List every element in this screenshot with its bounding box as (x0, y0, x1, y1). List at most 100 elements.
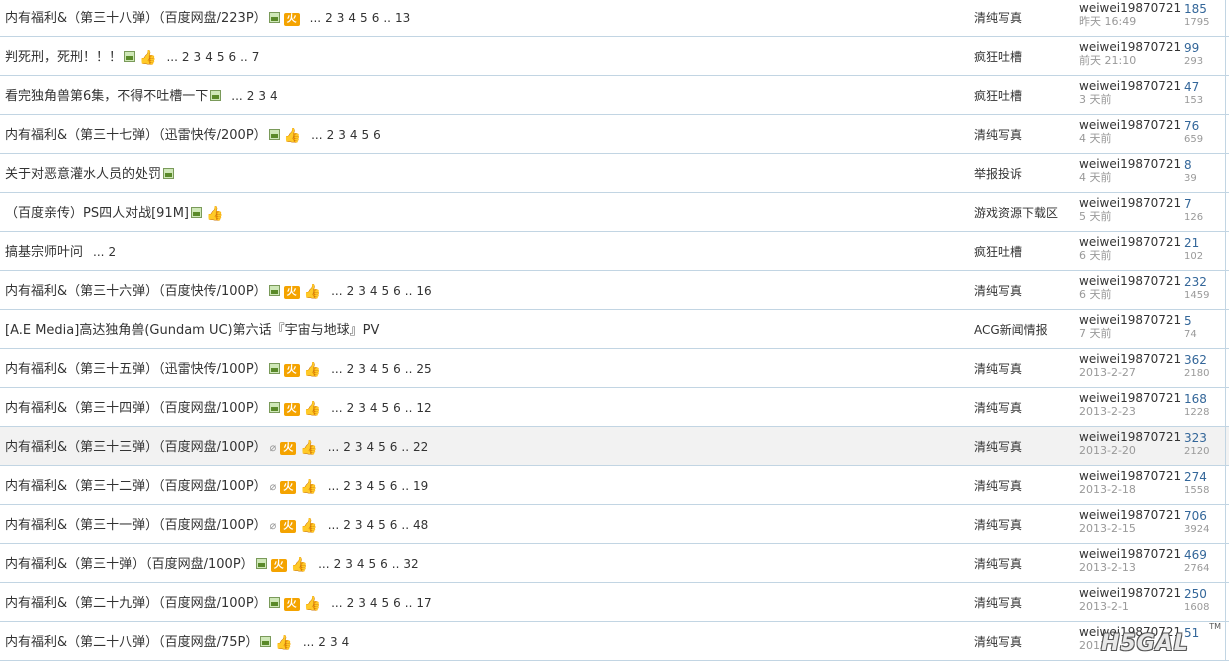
page-link[interactable]: 5 (378, 440, 386, 454)
forum-link[interactable]: 清纯写真 (974, 438, 1022, 455)
page-link[interactable]: 2 (247, 89, 255, 103)
page-link[interactable]: 3 (338, 128, 346, 142)
page-link[interactable]: 4 (370, 362, 378, 376)
forum-link[interactable]: 疯狂吐槽 (974, 87, 1022, 104)
forum-link[interactable]: 举报投诉 (974, 165, 1022, 182)
page-link[interactable]: 6 (393, 284, 401, 298)
page-link[interactable]: 32 (403, 557, 418, 571)
thread-title-link[interactable]: 内有福利&（第三十一弹）（百度网盘/100P） (5, 518, 267, 533)
page-link[interactable]: 2 (108, 245, 116, 259)
forum-link[interactable]: 疯狂吐槽 (974, 48, 1022, 65)
page-link[interactable]: 16 (416, 284, 431, 298)
page-link[interactable]: 4 (370, 284, 378, 298)
reply-count[interactable]: 232 (1184, 275, 1209, 289)
page-link[interactable]: 5 (378, 518, 386, 532)
page-link[interactable]: 5 (381, 284, 389, 298)
forum-link[interactable]: 清纯写真 (974, 126, 1022, 143)
page-link[interactable]: 3 (330, 635, 338, 649)
page-link[interactable]: 2 (325, 11, 333, 25)
thread-title-link[interactable]: 内有福利&（第三十六弹）（百度快传/100P） (5, 284, 267, 299)
page-link[interactable]: 4 (350, 128, 358, 142)
page-link[interactable]: 3 (358, 362, 366, 376)
forum-link[interactable]: 清纯写真 (974, 555, 1022, 572)
page-link[interactable]: 2 (347, 596, 355, 610)
author-name[interactable]: weiwei19870721 (1079, 548, 1181, 561)
page-link[interactable]: 7 (252, 50, 260, 64)
page-link[interactable]: 5 (368, 557, 376, 571)
author-name[interactable]: weiwei19870721 (1079, 275, 1181, 288)
page-link[interactable]: 2 (347, 362, 355, 376)
reply-count[interactable]: 706 (1184, 509, 1209, 523)
page-link[interactable]: 3 (358, 401, 366, 415)
page-link[interactable]: 6 (393, 401, 401, 415)
page-link[interactable]: 6 (390, 440, 398, 454)
page-link[interactable]: 3 (337, 11, 345, 25)
author-name[interactable]: weiwei19870721 (1079, 314, 1181, 327)
reply-count[interactable]: 7 (1184, 197, 1203, 211)
page-link[interactable]: 5 (381, 362, 389, 376)
reply-count[interactable]: 47 (1184, 80, 1203, 94)
forum-link[interactable]: 清纯写真 (974, 594, 1022, 611)
page-link[interactable]: 6 (380, 557, 388, 571)
page-link[interactable]: 3 (358, 284, 366, 298)
author-name[interactable]: weiwei19870721 (1079, 626, 1181, 639)
page-link[interactable]: 5 (381, 596, 389, 610)
page-link[interactable]: 4 (270, 89, 278, 103)
thread-title-link[interactable]: 内有福利&（第三十三弹）（百度网盘/100P） (5, 440, 267, 455)
forum-link[interactable]: 清纯写真 (974, 516, 1022, 533)
author-name[interactable]: weiwei19870721 (1079, 470, 1181, 483)
forum-link[interactable]: 清纯写真 (974, 633, 1022, 650)
reply-count[interactable]: 185 (1184, 2, 1209, 16)
reply-count[interactable]: 250 (1184, 587, 1209, 601)
reply-count[interactable]: 51 (1184, 626, 1199, 640)
page-link[interactable]: 2 (327, 128, 335, 142)
page-link[interactable]: 12 (416, 401, 431, 415)
author-name[interactable]: weiwei19870721 (1079, 353, 1181, 366)
page-link[interactable]: 6 (372, 11, 380, 25)
page-link[interactable]: 6 (390, 479, 398, 493)
author-name[interactable]: weiwei19870721 (1079, 236, 1181, 249)
forum-link[interactable]: ACG新闻情报 (974, 321, 1048, 338)
page-link[interactable]: 22 (413, 440, 428, 454)
page-link[interactable]: 2 (343, 518, 351, 532)
page-link[interactable]: 6 (228, 50, 236, 64)
thread-title-link[interactable]: 内有福利&（第二十九弹）（百度网盘/100P） (5, 596, 267, 611)
author-name[interactable]: weiwei19870721 (1079, 509, 1181, 522)
author-name[interactable]: weiwei19870721 (1079, 119, 1181, 132)
reply-count[interactable]: 99 (1184, 41, 1203, 55)
author-name[interactable]: weiwei19870721 (1079, 587, 1181, 600)
page-link[interactable]: 5 (378, 479, 386, 493)
reply-count[interactable]: 21 (1184, 236, 1203, 250)
page-link[interactable]: 4 (348, 11, 356, 25)
page-link[interactable]: 2 (343, 440, 351, 454)
page-link[interactable]: 48 (413, 518, 428, 532)
page-link[interactable]: 3 (355, 518, 363, 532)
forum-link[interactable]: 清纯写真 (974, 399, 1022, 416)
page-link[interactable]: 4 (357, 557, 365, 571)
page-link[interactable]: 5 (217, 50, 225, 64)
page-link[interactable]: 4 (370, 401, 378, 415)
author-name[interactable]: weiwei19870721 (1079, 80, 1181, 93)
forum-link[interactable]: 清纯写真 (974, 9, 1022, 26)
page-link[interactable]: 3 (345, 557, 353, 571)
author-name[interactable]: weiwei19870721 (1079, 158, 1181, 171)
author-name[interactable]: weiwei19870721 (1079, 41, 1181, 54)
reply-count[interactable]: 469 (1184, 548, 1209, 562)
page-link[interactable]: 4 (366, 479, 374, 493)
reply-count[interactable]: 362 (1184, 353, 1209, 367)
thread-title-link[interactable]: 内有福利&（第三十二弹）（百度网盘/100P） (5, 479, 267, 494)
page-link[interactable]: 2 (334, 557, 342, 571)
thread-title-link[interactable]: 内有福利&（第三十弹）（百度网盘/100P） (5, 557, 254, 572)
page-link[interactable]: 4 (205, 50, 213, 64)
page-link[interactable]: 2 (343, 479, 351, 493)
page-link[interactable]: 6 (390, 518, 398, 532)
page-link[interactable]: 6 (393, 362, 401, 376)
thread-title-link[interactable]: （百度亲传）PS四人对战[91M] (5, 206, 189, 221)
page-link[interactable]: 5 (360, 11, 368, 25)
thread-title-link[interactable]: 内有福利&（第三十八弹）（百度网盘/223P） (5, 11, 267, 26)
author-name[interactable]: weiwei19870721 (1079, 392, 1181, 405)
page-link[interactable]: 2 (318, 635, 326, 649)
thread-title-link[interactable]: 内有福利&（第二十八弹）（百度网盘/75P） (5, 635, 258, 650)
page-link[interactable]: 6 (373, 128, 381, 142)
author-name[interactable]: weiwei19870721 (1079, 2, 1181, 15)
